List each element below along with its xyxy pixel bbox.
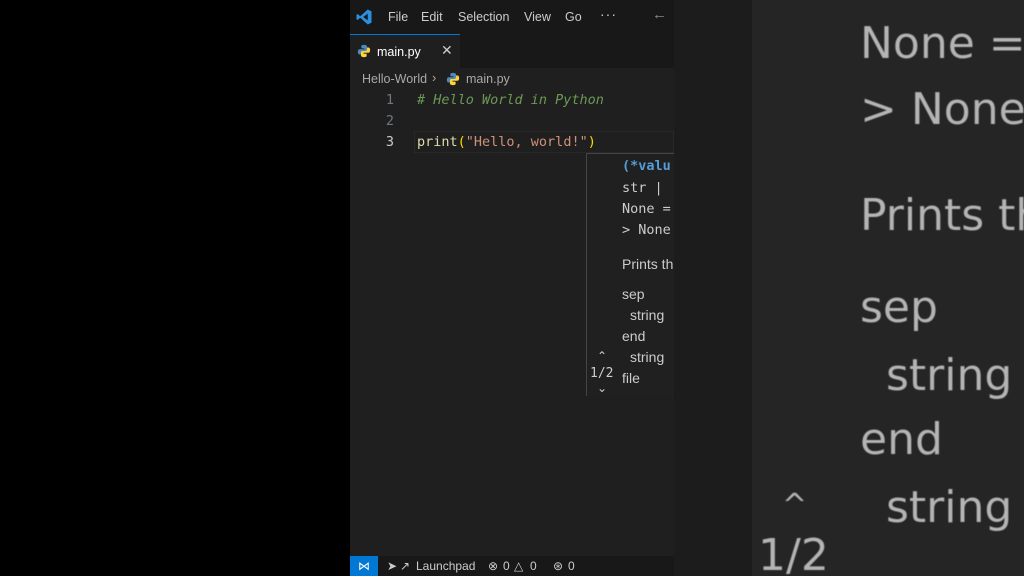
hover-signature-3: None = <box>622 201 671 217</box>
python-file-icon <box>446 72 460 86</box>
line-number: 1 <box>385 92 394 108</box>
status-bar: ⋈ ➤ ↗ Launchpad ⊗ 0 △ 0 ⊛ 0 <box>350 556 674 576</box>
code-line-print[interactable]: print("Hello, world!") <box>417 134 596 150</box>
vscode-logo-icon <box>356 9 372 25</box>
hover-tooltip: ⌃ 1/2 ⌄ (*valu str | None = > None Print… <box>586 153 674 396</box>
zoomed-background-panel: None = > None Prints th sep string end s… <box>674 0 1024 576</box>
hover-signature-4: > None <box>622 222 671 238</box>
hover-signature-2: str | <box>622 180 671 196</box>
launchpad-icon: ↗ <box>400 559 411 573</box>
menu-go[interactable]: Go <box>565 10 582 24</box>
zoom-text-string2: string <box>886 482 1013 533</box>
menu-view[interactable]: View <box>524 10 551 24</box>
code-paren-open: ( <box>457 134 466 150</box>
chevron-right-icon: › <box>432 70 437 85</box>
rocket-icon[interactable]: ➤ <box>387 559 397 573</box>
tab-label: main.py <box>377 45 421 59</box>
tab-main-py[interactable]: main.py ✕ <box>350 34 460 68</box>
breadcrumb-file[interactable]: main.py <box>466 72 510 86</box>
launchpad-label[interactable]: Launchpad <box>416 559 475 573</box>
hover-param-end: end <box>622 328 646 344</box>
ports-icon[interactable]: ⊛ <box>553 559 563 573</box>
more-menu-icon[interactable]: ··· <box>600 6 617 22</box>
code-paren-close: ) <box>587 134 596 150</box>
menu-selection[interactable]: Selection <box>458 10 509 24</box>
zoom-text-none: None = <box>860 18 1024 69</box>
close-icon[interactable]: ✕ <box>441 42 453 59</box>
menu-edit[interactable]: Edit <box>421 10 443 24</box>
code-function-name: print <box>417 134 458 150</box>
tab-bar: main.py ✕ <box>350 34 674 68</box>
hover-param-end-desc: string <box>630 349 665 365</box>
ports-count: 0 <box>568 559 575 573</box>
menu-file[interactable]: File <box>388 10 408 24</box>
code-comment[interactable]: # Hello World in Python <box>417 92 604 108</box>
line-number-active: 3 <box>385 134 394 150</box>
zoom-text-string1: string <box>886 350 1013 401</box>
hover-param-sep-desc: string <box>630 307 665 323</box>
breadcrumb: Hello-World › main.py <box>350 68 674 90</box>
zoom-text-count: 1/2 <box>758 530 829 576</box>
error-count: 0 <box>503 559 510 573</box>
zoom-text-return: > None <box>860 84 1024 135</box>
zoom-text-end: end <box>860 414 943 465</box>
zoom-chevron-up-icon: ^ <box>782 488 808 523</box>
zoom-text-sep: sep <box>860 282 938 333</box>
zoom-text-prints: Prints th <box>860 190 1024 241</box>
breadcrumb-folder[interactable]: Hello-World <box>362 72 427 86</box>
hover-signature-1: (*valu <box>622 158 671 174</box>
error-icon[interactable]: ⊗ <box>488 559 498 573</box>
chevron-up-icon[interactable]: ⌃ <box>597 349 607 363</box>
title-bar: File Edit Selection View Go ··· ← <box>350 0 674 34</box>
vscode-window: File Edit Selection View Go ··· ← main.p… <box>350 0 674 576</box>
python-file-icon <box>357 44 371 58</box>
signature-nav: ⌃ 1/2 ⌄ <box>587 154 619 396</box>
hover-param-sep: sep <box>622 286 645 302</box>
code-string: "Hello, world!" <box>465 134 588 150</box>
left-black-margin <box>0 0 350 576</box>
warning-count: 0 <box>530 559 537 573</box>
back-arrow-icon[interactable]: ← <box>652 6 667 23</box>
chevron-down-icon[interactable]: ⌄ <box>597 381 607 395</box>
hover-param-file: file <box>622 370 640 386</box>
line-number: 2 <box>385 113 394 129</box>
hover-description: Prints th <box>622 256 674 272</box>
signature-count: 1/2 <box>590 366 614 381</box>
remote-indicator-icon[interactable]: ⋈ <box>350 556 378 576</box>
code-editor[interactable]: 1 # Hello World in Python 2 3 print("Hel… <box>350 90 674 556</box>
warning-icon[interactable]: △ <box>514 559 523 573</box>
